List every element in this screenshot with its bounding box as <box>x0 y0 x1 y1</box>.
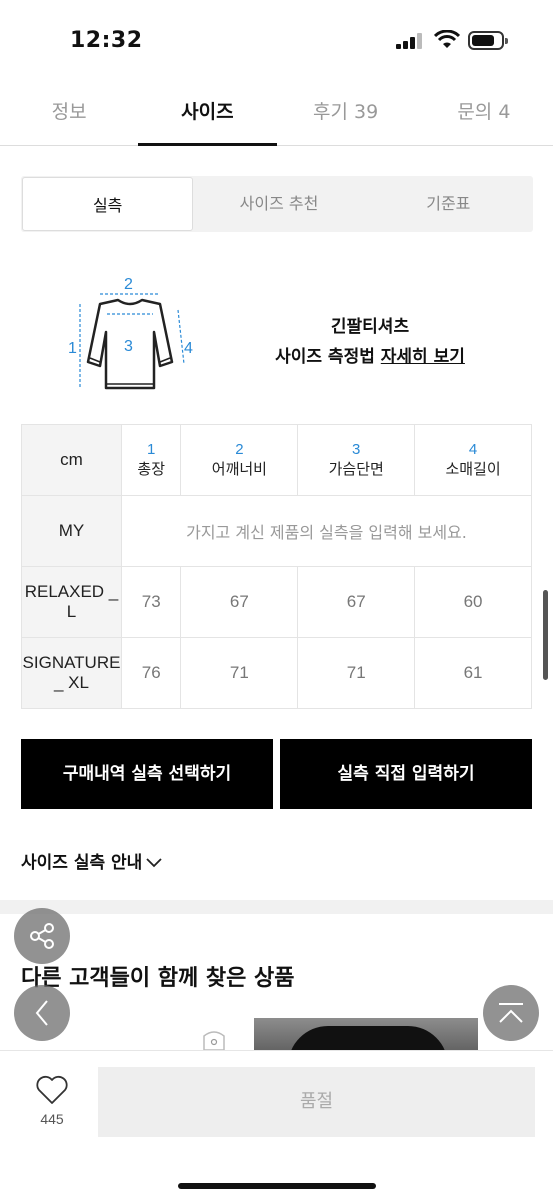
share-icon <box>30 923 54 949</box>
column-header: 3 가슴단면 <box>297 424 416 496</box>
soldout-button[interactable]: 품절 <box>98 1067 535 1137</box>
column-header: 1 총장 <box>120 424 182 496</box>
sweatshirt-icon <box>79 293 185 390</box>
table-cell: 67 <box>180 566 299 638</box>
table-cell: 61 <box>414 637 532 709</box>
scrollbar[interactable] <box>543 590 548 680</box>
section-divider <box>0 900 553 914</box>
tab-inquiry[interactable]: 문의 4 <box>415 84 553 145</box>
tag-icon <box>203 1031 225 1051</box>
diagram-label-2: 2 <box>124 276 133 293</box>
direct-input-size-button[interactable]: 실측 직접 입력하기 <box>280 739 532 809</box>
unit-cell: cm <box>21 424 122 496</box>
signal-icon <box>396 33 424 49</box>
wifi-icon <box>434 30 460 48</box>
table-cell: 67 <box>297 566 416 638</box>
size-table: cm 1 총장 2 어깨너비 3 가슴단면 4 소매길이 MY 가지고 계신 제품의 실… <box>21 424 532 709</box>
product-tabs: 정보 사이즈 후기 39 문의 4 <box>0 84 553 146</box>
segment-recommend[interactable]: 사이즈 추천 <box>194 176 363 232</box>
column-header: 4 소매길이 <box>414 424 532 496</box>
row-label: SIGNATURE _ XL <box>21 637 122 709</box>
measure-description: 긴팔티셔츠 사이즈 측정법 자세히 보기 <box>220 312 520 372</box>
size-guide-label: 사이즈 실측 안내 <box>21 853 143 873</box>
table-row: SIGNATURE _ XL 76 71 71 61 <box>21 637 532 709</box>
heart-icon <box>36 1075 68 1104</box>
row-label: RELAXED _ L <box>21 566 122 638</box>
bottom-bar: 445 품절 <box>0 1050 553 1200</box>
my-size-input[interactable]: 가지고 계신 제품의 실측을 입력해 보세요. <box>121 495 532 567</box>
column-header: 2 어깨너비 <box>180 424 299 496</box>
chevron-down-icon <box>146 858 162 868</box>
segment-chart[interactable]: 기준표 <box>364 176 533 232</box>
select-purchase-size-button[interactable]: 구매내역 실측 선택하기 <box>21 739 273 809</box>
home-indicator <box>178 1183 376 1189</box>
measure-detail-link[interactable]: 자세히 보기 <box>381 347 465 367</box>
table-cell: 71 <box>297 637 416 709</box>
arrow-up-icon <box>499 1003 523 1023</box>
recommend-title: 다른 고객들이 함께 찾은 상품 <box>21 966 295 991</box>
chevron-left-icon <box>35 1000 48 1026</box>
like-count: 445 <box>40 1111 64 1127</box>
table-cell: 76 <box>120 637 182 709</box>
diagram-label-1: 1 <box>68 340 77 357</box>
segment-actual[interactable]: 실측 <box>22 177 194 231</box>
product-type: 긴팔티셔츠 <box>330 317 410 337</box>
diagram-label-3: 3 <box>124 338 133 355</box>
table-cell: 71 <box>180 637 299 709</box>
size-guide-toggle[interactable]: 사이즈 실측 안내 <box>21 848 162 873</box>
prev-button[interactable] <box>14 985 70 1041</box>
share-button[interactable] <box>14 908 70 964</box>
tab-info[interactable]: 정보 <box>0 84 138 145</box>
measure-diagram: 2 1 3 4 <box>60 270 210 400</box>
row-label: MY <box>21 495 122 567</box>
diagram-label-4: 4 <box>184 340 193 357</box>
table-cell: 73 <box>120 566 182 638</box>
tab-reviews[interactable]: 후기 39 <box>277 84 415 145</box>
clock: 12:32 <box>70 28 143 53</box>
my-size-row: MY 가지고 계신 제품의 실측을 입력해 보세요. <box>21 495 532 567</box>
status-bar: 12:32 <box>0 0 553 84</box>
size-segment: 실측 사이즈 추천 기준표 <box>21 176 533 232</box>
measure-method-label: 사이즈 측정법 <box>275 347 381 367</box>
tab-size[interactable]: 사이즈 <box>138 84 277 146</box>
battery-icon <box>468 31 508 50</box>
table-row: RELAXED _ L 73 67 67 60 <box>21 566 532 638</box>
like-button[interactable]: 445 <box>30 1075 74 1127</box>
table-header-row: cm 1 총장 2 어깨너비 3 가슴단면 4 소매길이 <box>21 424 532 496</box>
scroll-top-button[interactable] <box>483 985 539 1041</box>
table-cell: 60 <box>414 566 532 638</box>
